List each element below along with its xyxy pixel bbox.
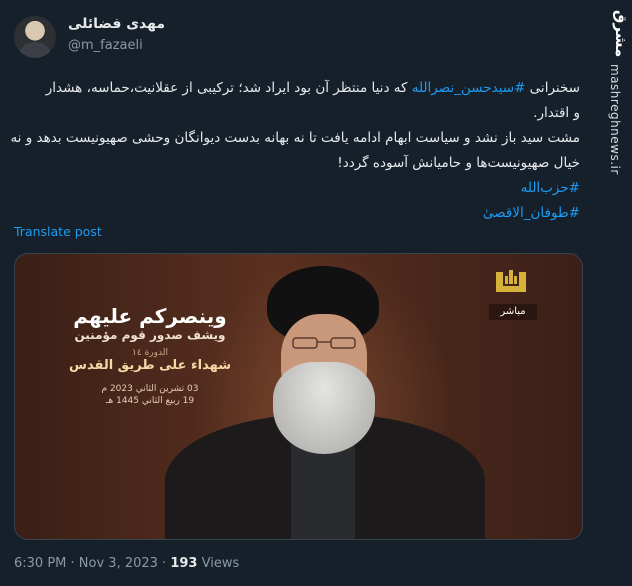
speaker-beard xyxy=(273,362,375,454)
author-handle[interactable]: @m_fazaeli xyxy=(68,38,143,53)
media-tag: الدورة ١٤ xyxy=(132,348,168,358)
tweet-text: سخنرانی #سیدحسن_نصرالله که دنیا منتظر آن… xyxy=(10,76,580,226)
media-date-hijri: 19 ربيع الثاني 1445 هـ xyxy=(105,396,195,406)
tweet-line-1-pre: سخنرانی xyxy=(525,80,580,96)
tweet-line-3: مشت سید باز نشد و سیاست ابهام ادامه یافت… xyxy=(10,130,580,146)
avatar[interactable] xyxy=(14,16,56,58)
al-manar-logo-icon xyxy=(496,270,526,292)
hashtag-link-aqsa-flood[interactable]: #طوفان_الاقصیٰ xyxy=(483,205,580,221)
live-badge: مباشر xyxy=(489,304,537,320)
media-date-gregorian: 03 تشرين الثاني 2023 م xyxy=(101,384,199,394)
views-label: Views xyxy=(197,556,240,571)
media-caption: شهداء على طريق القدس xyxy=(69,358,231,373)
views-count: 193 xyxy=(170,556,198,571)
post-date[interactable]: Nov 3, 2023 xyxy=(79,556,158,571)
media-image[interactable]: وينصركم عليهم ويشف صدور قوم مؤمنين الدور… xyxy=(14,253,583,540)
author-display-name[interactable]: مهدی فضائلی xyxy=(68,16,165,32)
hashtag-link-hezbollah[interactable]: #حزب‌الله xyxy=(521,180,580,196)
hashtag-link-nasrallah[interactable]: #سیدحسن_نصرالله xyxy=(412,80,526,96)
tweet-line-1: سخنرانی #سیدحسن_نصرالله که دنیا منتظر آن… xyxy=(14,76,580,101)
media-subtitle: ويشف صدور قوم مؤمنين xyxy=(74,328,226,342)
tweet-post: مهدی فضائلی @m_fazaeli سخنرانی #سیدحسن_ن… xyxy=(0,0,596,586)
tweet-line-4: خیال صهیونیست‌ها و حامیانش آسوده گردد! xyxy=(337,155,580,171)
watermark-site: mashreghnews.ir xyxy=(608,64,622,175)
tweet-line-2: و اقتدار. xyxy=(533,105,580,121)
media-title: وينصركم عليهم xyxy=(73,304,227,328)
mashregh-logo-icon: مشرق xyxy=(612,10,630,58)
post-meta: 6:30 PM · Nov 3, 2023 · 193 Views xyxy=(14,556,240,571)
mashregh-watermark: مشرق mashreghnews.ir xyxy=(600,0,632,586)
tweet-line-1-post: که دنیا منتظر آن بود ایراد شد؛ ترکیبی از… xyxy=(45,80,412,96)
speaker-glasses xyxy=(292,337,356,349)
translate-post-link[interactable]: Translate post xyxy=(14,224,102,239)
post-time[interactable]: 6:30 PM xyxy=(14,556,66,571)
